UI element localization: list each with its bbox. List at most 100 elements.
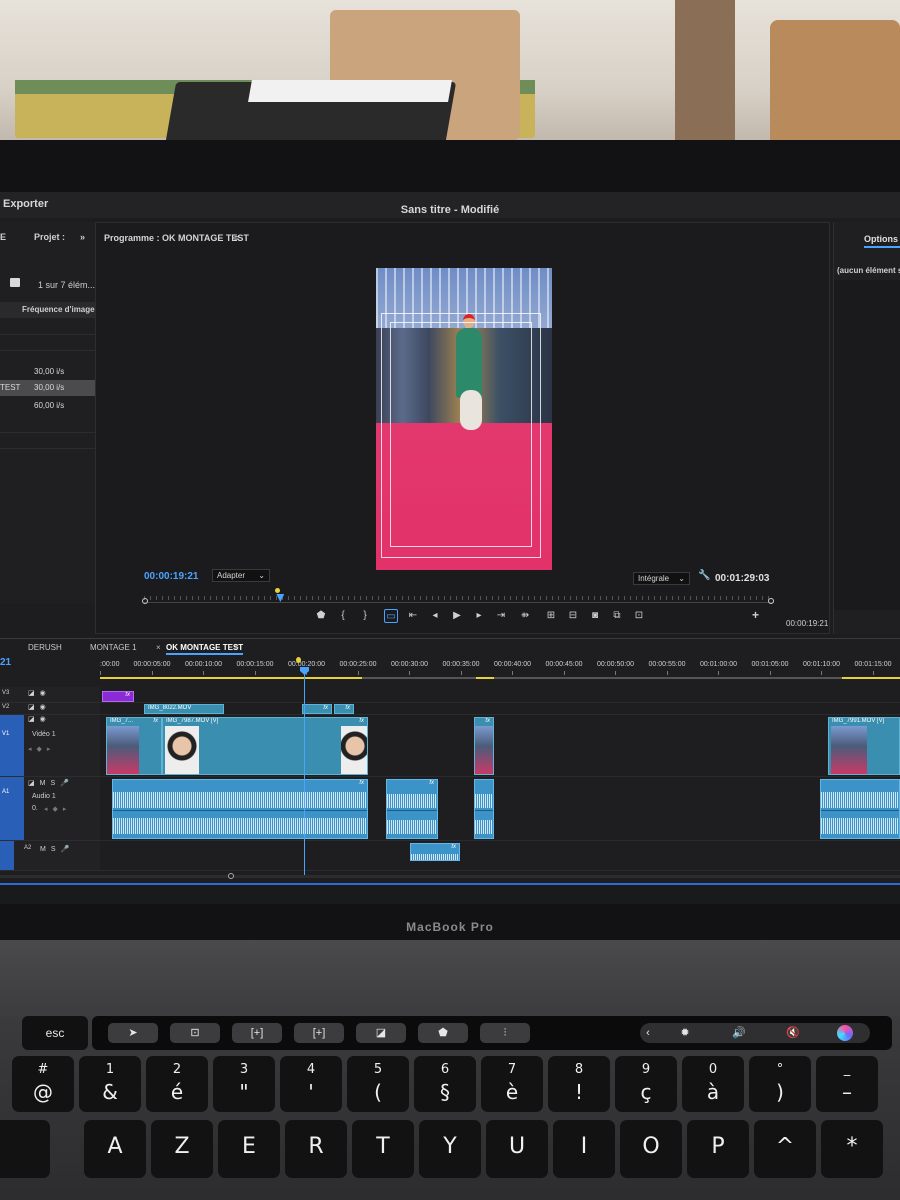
keyboard-key[interactable]: 8! (548, 1056, 610, 1112)
keyboard-key[interactable]: R (285, 1120, 347, 1178)
list-item-selected[interactable]: TEST 30,00 i/s (0, 380, 97, 396)
keyframe-nav-icons[interactable]: ◂◆▸ (28, 745, 55, 753)
safe-margins-button[interactable]: ▭ (384, 609, 398, 623)
keyboard-key[interactable]: T (352, 1120, 414, 1178)
folder-icon[interactable] (10, 278, 20, 287)
timeline-playhead[interactable] (300, 667, 309, 877)
track-header-v2[interactable]: V2 ◪◉ (0, 703, 100, 715)
video-clip[interactable]: IMG_7987.MOV [V] fx (162, 717, 368, 775)
lane-v2[interactable]: IMG_8022.MOV fx fx (100, 703, 900, 715)
list-item[interactable]: 30,00 i/s (0, 364, 97, 380)
panel-menu-icon[interactable]: ≡ (234, 233, 239, 243)
track-target-a1[interactable] (0, 777, 24, 840)
track-toggle-icons[interactable]: ◪◉ (28, 715, 51, 723)
go-to-in-button[interactable]: ⇤ (406, 609, 420, 623)
timeline-scrollbar[interactable] (0, 873, 900, 879)
touchbar-selection-tool[interactable]: ➤ (108, 1023, 158, 1043)
esc-key[interactable]: esc (22, 1016, 88, 1050)
track-volume-a1[interactable]: 0. (32, 805, 38, 812)
tab-derush[interactable]: DERUSH (28, 643, 62, 652)
close-icon[interactable]: × (156, 643, 161, 652)
timeline-timecode[interactable]: 21 (0, 657, 11, 668)
fit-select[interactable]: Adapter ⌄ (212, 569, 270, 582)
keyboard-key[interactable]: 2é (146, 1056, 208, 1112)
keyboard-key[interactable]: Y (419, 1120, 481, 1178)
go-to-out-button[interactable]: ⇥ (494, 609, 508, 623)
tab-effect-options[interactable]: Options d (864, 234, 900, 248)
keyboard-key[interactable]: 1 & (79, 1056, 141, 1112)
wrench-icon[interactable]: 🔧 (698, 570, 710, 581)
scrubber-zoom-end[interactable] (768, 598, 774, 604)
siri-icon[interactable] (837, 1025, 853, 1041)
keyboard-key[interactable]: 7è (481, 1056, 543, 1112)
keyboard-key[interactable]: P (687, 1120, 749, 1178)
track-header-v1[interactable]: V1 ◪◉ Vidéo 1 ◂◆▸ (0, 715, 100, 777)
list-item[interactable]: 60,00 i/s (0, 398, 97, 414)
track-target-a2[interactable] (0, 841, 14, 870)
mark-in-button[interactable]: { (336, 609, 350, 623)
panel-overflow-icon[interactable]: » (80, 232, 85, 242)
keyboard-key[interactable]: E (218, 1120, 280, 1178)
lane-a1[interactable]: fx fx (100, 777, 900, 841)
video-clip[interactable]: IMG_8022.MOV (144, 704, 224, 714)
keyboard-key[interactable]: * (821, 1120, 883, 1178)
camera-icon[interactable]: ◙ (588, 609, 602, 623)
keyboard-key[interactable]: A (84, 1120, 146, 1178)
add-button-icon[interactable]: + (752, 608, 759, 622)
tab-project[interactable]: Projet : (34, 232, 65, 242)
extract-button[interactable]: ⊟ (566, 609, 580, 623)
control-strip-collapse-icon[interactable]: ‹ (640, 1023, 656, 1043)
time-ruler[interactable]: :00:00 00:00:05:00 00:00:10:00 00:00:15:00 0… (100, 657, 900, 675)
scrubber-zoom-start[interactable] (142, 598, 148, 604)
mute-icon[interactable]: 🔇 (768, 1023, 818, 1043)
track-header-a2[interactable]: A2 MS🎤 (0, 841, 100, 871)
track-msr-icons[interactable]: ◪MS🎤 (28, 779, 74, 787)
lane-v1[interactable]: IMG_7... fx IMG_7987.MOV [V] fx fx IMG_7… (100, 715, 900, 777)
program-title[interactable]: Programme : OK MONTAGE TEST (104, 233, 249, 243)
proxy-toggle-button[interactable]: ⊡ (632, 609, 646, 623)
program-scrubber[interactable] (142, 588, 774, 604)
keyboard-key[interactable]: ^ (754, 1120, 816, 1178)
step-back-button[interactable]: ◂ (428, 609, 442, 623)
audio-clip[interactable] (474, 779, 494, 839)
work-area-bar[interactable] (100, 677, 900, 679)
tab-montage-1[interactable]: MONTAGE 1 (90, 643, 137, 652)
keyboard-key[interactable]: 4 ' (280, 1056, 342, 1112)
audio-clip[interactable] (820, 779, 900, 839)
keyboard-key[interactable]: U (486, 1120, 548, 1178)
tab-effects[interactable]: E (0, 232, 6, 242)
step-forward-button[interactable]: ▸ (472, 609, 486, 623)
add-marker-button[interactable]: ⬟ (314, 609, 328, 623)
video-clip[interactable]: IMG_7991.MOV [V] (828, 717, 900, 775)
track-header-v3[interactable]: V3 ◪◉ (0, 687, 100, 703)
audio-clip[interactable]: fx (112, 779, 368, 839)
play-button[interactable]: ▶ (450, 609, 464, 623)
resolution-select[interactable]: Intégrale ⌄ (633, 572, 690, 585)
track-header-a1[interactable]: A1 ◪MS🎤 Audio 1 0. ◂◆▸ (0, 777, 100, 841)
track-toggle-icons[interactable]: ◪◉ (28, 703, 51, 711)
lane-v3[interactable]: fx (100, 687, 900, 703)
insert-button[interactable]: ⇻ (518, 609, 532, 623)
volume-icon[interactable]: 🔊 (714, 1023, 764, 1043)
tab-ok-montage-test[interactable]: OK MONTAGE TEST (166, 643, 244, 655)
keyboard-key[interactable]: °) (749, 1056, 811, 1112)
touchbar-marker[interactable]: ⬟ (418, 1023, 468, 1043)
keyboard-key[interactable]: # @ (12, 1056, 74, 1112)
lane-a2[interactable]: fx (100, 841, 900, 871)
brightness-icon[interactable]: ✹ (660, 1023, 710, 1043)
scroll-handle[interactable] (228, 873, 234, 879)
lift-button[interactable]: ⊞ (544, 609, 558, 623)
keyboard-key[interactable]: 0à (682, 1056, 744, 1112)
touchbar-overwrite[interactable]: [+] (294, 1023, 344, 1043)
touchbar-insert[interactable]: [+] (232, 1023, 282, 1043)
keyboard-key[interactable]: Z (151, 1120, 213, 1178)
touchbar-snap[interactable]: ⫶ (480, 1023, 530, 1043)
marker-icon[interactable] (296, 657, 301, 663)
keyframe-nav-icons[interactable]: ◂◆▸ (44, 805, 71, 813)
keyboard-key[interactable]: I (553, 1120, 615, 1178)
panel-menu-icon[interactable]: ≡ (234, 643, 239, 652)
audio-clip[interactable]: fx (386, 779, 438, 839)
video-clip[interactable]: fx (474, 717, 494, 775)
comparison-view-button[interactable]: ⧉ (610, 609, 624, 623)
keyboard-key[interactable]: 5( (347, 1056, 409, 1112)
